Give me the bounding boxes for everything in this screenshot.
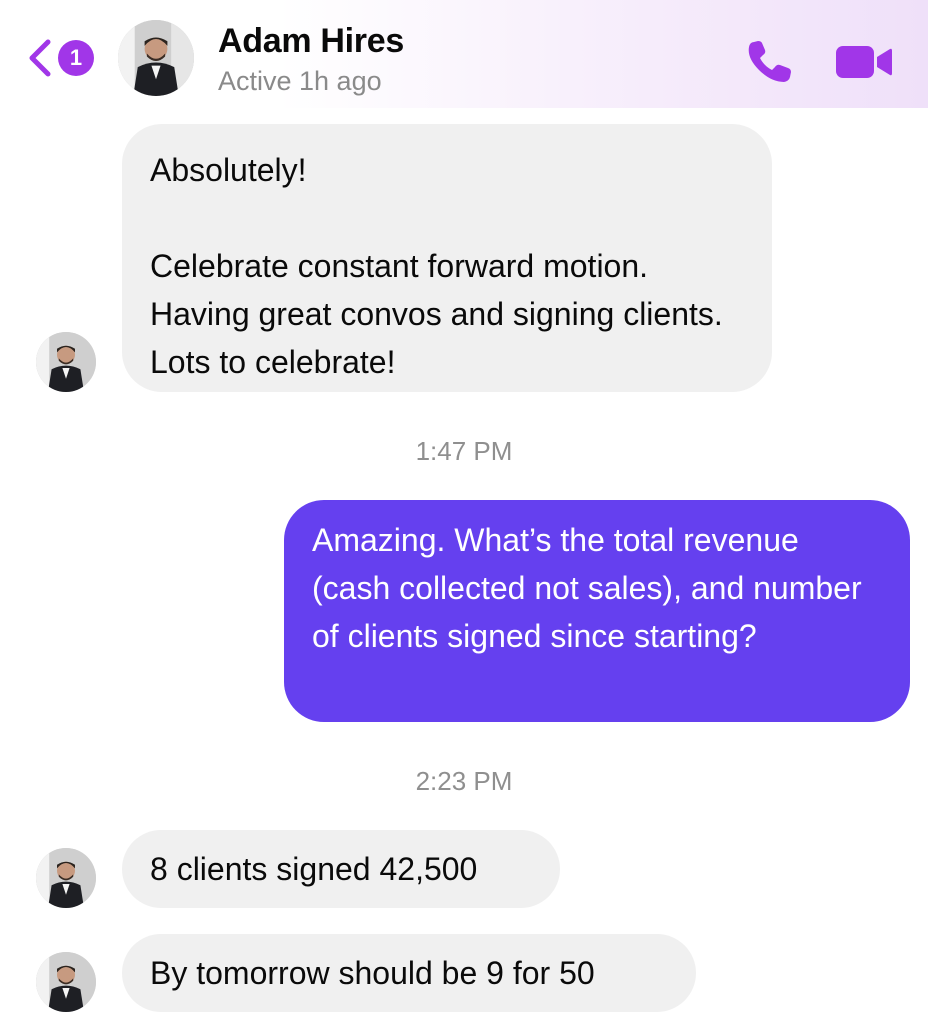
- unread-count-badge: 1: [58, 40, 94, 76]
- message-bubble-incoming[interactable]: By tomorrow should be 9 for 50: [122, 934, 696, 1012]
- audio-call-button[interactable]: [744, 38, 796, 86]
- message-bubble-incoming[interactable]: Absolutely! Celebrate constant forward m…: [122, 124, 772, 392]
- back-button[interactable]: 1: [26, 36, 100, 84]
- contact-avatar-small[interactable]: [36, 952, 96, 1012]
- active-status: Active 1h ago: [218, 66, 382, 96]
- video-call-button[interactable]: [834, 42, 894, 82]
- contact-avatar[interactable]: [118, 20, 194, 96]
- message-text: Amazing. What’s the total revenue (cash …: [312, 522, 862, 654]
- chat-header: 1 Adam Hires Active 1h ago: [0, 0, 928, 108]
- video-camera-icon: [834, 46, 894, 86]
- message-bubble-incoming[interactable]: 8 clients signed 42,500: [122, 830, 560, 908]
- message-timestamp: 1:47 PM: [415, 436, 513, 466]
- message-timestamp: 2:23 PM: [415, 766, 513, 796]
- phone-icon: [744, 41, 796, 90]
- message-text: Absolutely! Celebrate constant forward m…: [150, 152, 723, 380]
- contact-name[interactable]: Adam Hires: [218, 22, 404, 61]
- message-bubble-outgoing[interactable]: Amazing. What’s the total revenue (cash …: [284, 500, 910, 722]
- messenger-chat-screen: 1 Adam Hires Active 1h ago Absolutely! C…: [0, 0, 928, 1024]
- message-text: 8 clients signed 42,500: [150, 851, 478, 887]
- message-text: By tomorrow should be 9 for 50: [150, 955, 595, 991]
- chevron-left-icon: [26, 38, 52, 83]
- contact-avatar-small[interactable]: [36, 848, 96, 908]
- contact-avatar-small[interactable]: [36, 332, 96, 392]
